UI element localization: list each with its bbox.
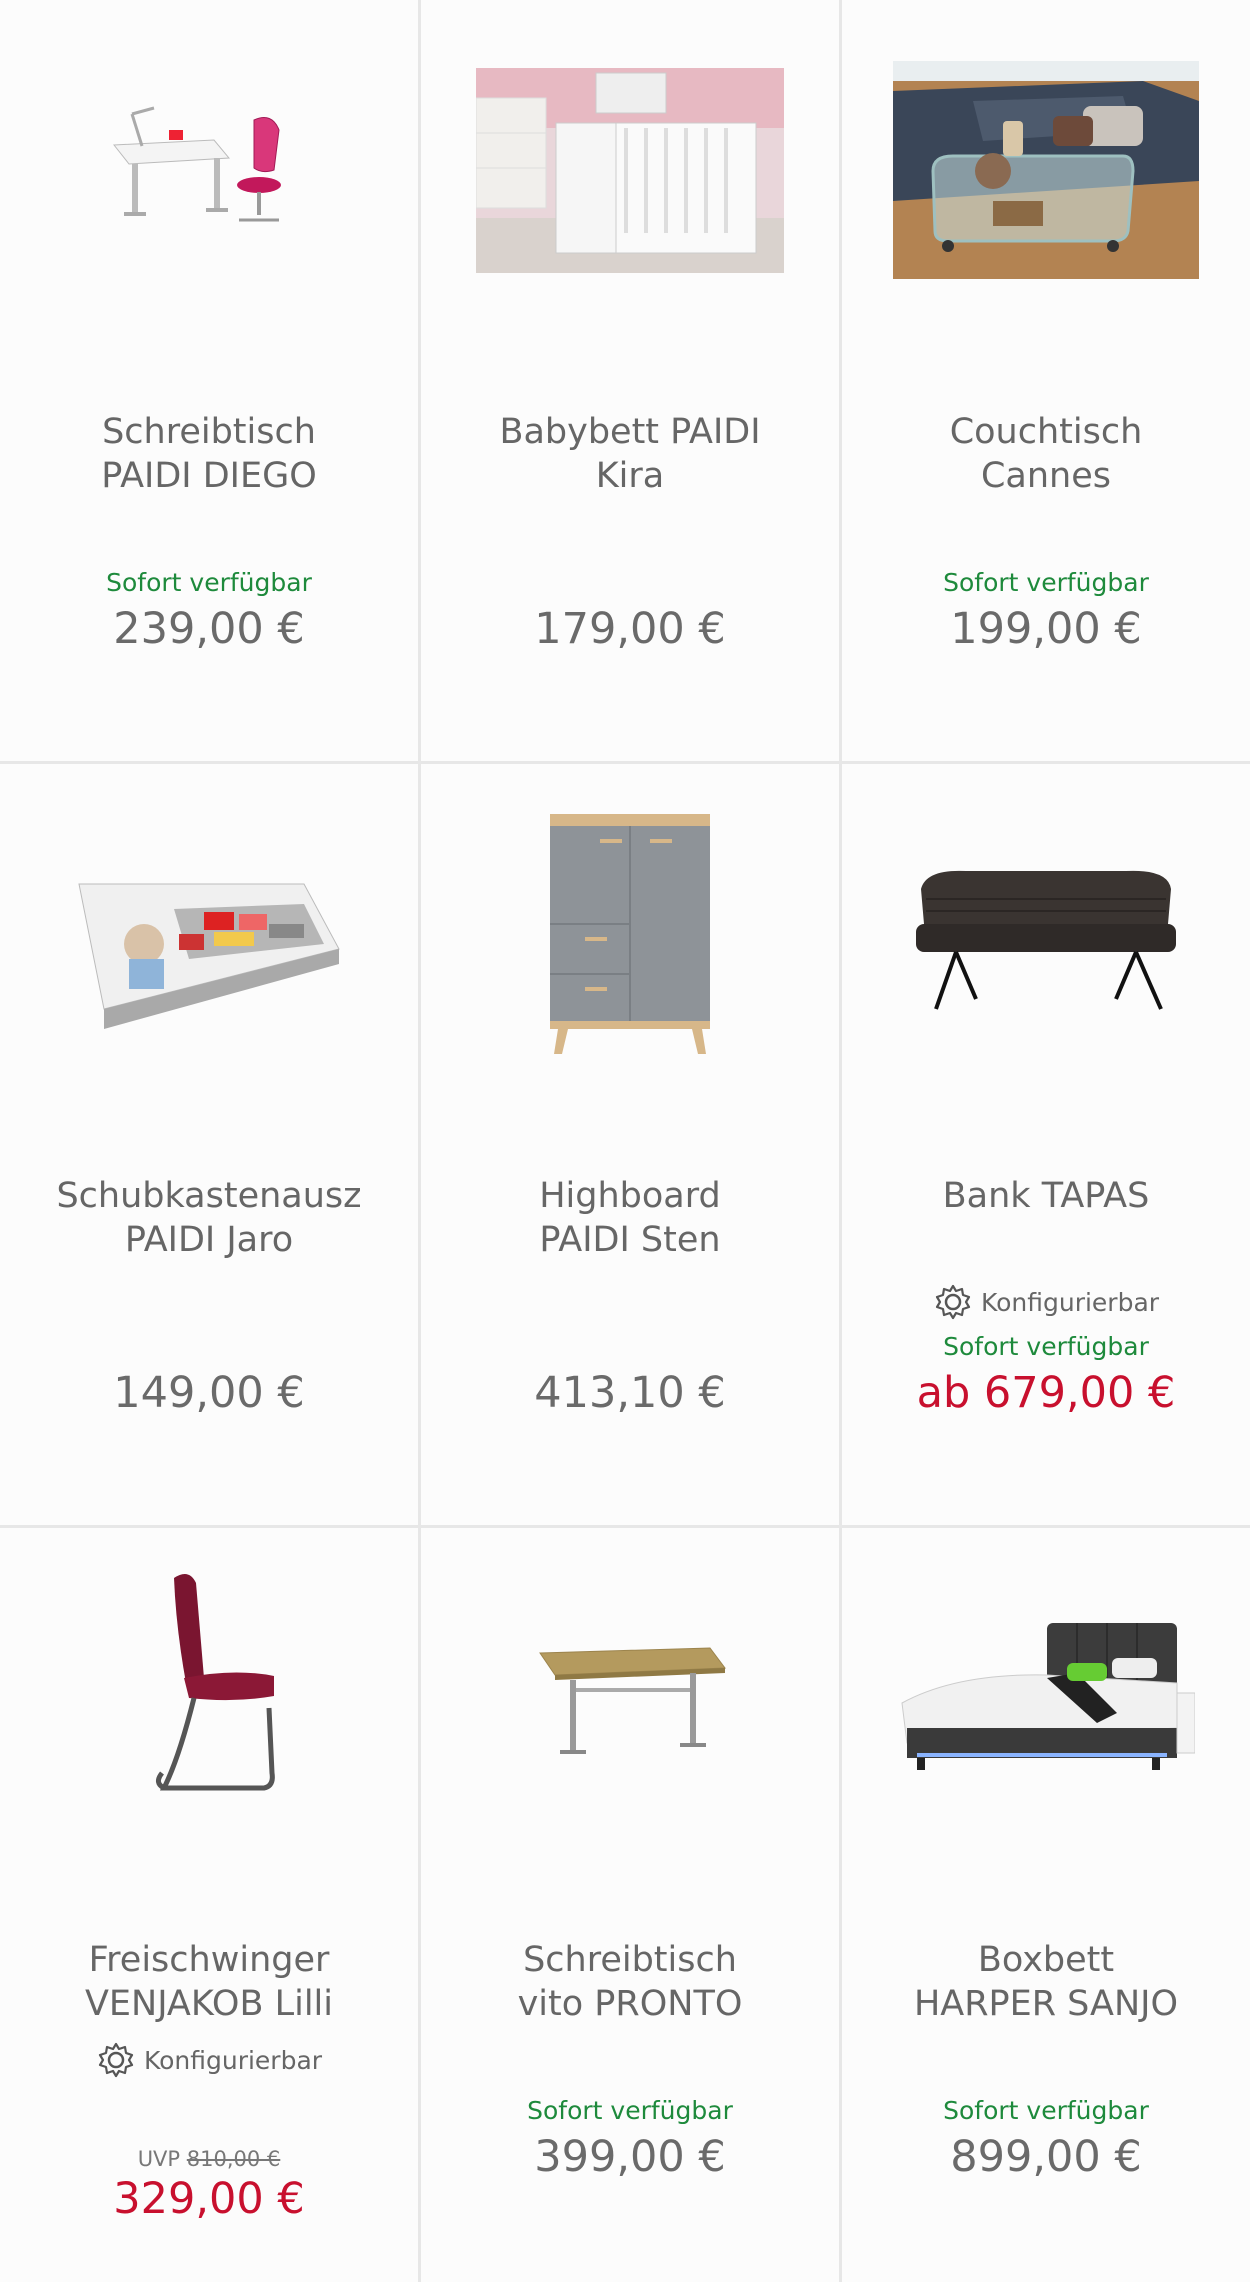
standing-desk-image[interactable] — [421, 1568, 839, 1828]
configurable-label: Konfigurierbar — [143, 2045, 323, 2075]
product-title[interactable]: Bank TAPAS — [856, 1174, 1236, 1218]
product-price: 199,00 € — [950, 604, 1142, 654]
product-tile-schreibtisch-paidi-diego[interactable]: Schreibtisch PAIDI DIEGO Sofort verfügba… — [0, 0, 418, 761]
product-price: 413,10 € — [534, 1368, 726, 1418]
availability-label: Sofort verfügbar — [527, 2096, 733, 2125]
drawer-organizer-image[interactable] — [0, 804, 418, 1064]
gear-icon — [935, 1284, 971, 1320]
product-tile-freischwinger-venjakob-lilli[interactable]: Freischwinger VENJAKOB Lilli Konfigurier… — [0, 1528, 418, 2282]
cantilever-chair-image[interactable] — [0, 1558, 418, 1818]
availability-label: Sofort verfügbar — [943, 1332, 1149, 1361]
product-tile-boxbett-harper-sanjo[interactable]: Boxbett HARPER SANJO Sofort verfügbar 89… — [842, 1528, 1250, 2282]
product-tile-bank-tapas[interactable]: Bank TAPAS Konfigurierbar Sofort verfügb… — [842, 764, 1250, 1525]
gear-icon — [98, 2042, 134, 2078]
availability-label: Sofort verfügbar — [943, 568, 1149, 597]
product-title[interactable]: Highboard PAIDI Sten — [435, 1174, 825, 1262]
product-title[interactable]: Schreibtisch vito PRONTO — [435, 1938, 825, 2026]
product-grid: Schreibtisch PAIDI DIEGO Sofort verfügba… — [0, 0, 1250, 2282]
product-price: 149,00 € — [113, 1368, 305, 1418]
product-title[interactable]: Couchtisch Cannes — [856, 410, 1236, 498]
product-tile-couchtisch-cannes[interactable]: Couchtisch Cannes Sofort verfügbar 199,0… — [842, 0, 1250, 761]
glass-coffee-table-image[interactable] — [842, 40, 1250, 300]
grey-highboard-image[interactable] — [421, 804, 839, 1064]
availability-label: Sofort verfügbar — [106, 568, 312, 597]
baby-crib-image[interactable] — [421, 40, 839, 300]
product-tile-schreibtisch-vito-pronto[interactable]: Schreibtisch vito PRONTO Sofort verfügba… — [421, 1528, 839, 2282]
product-price: 899,00 € — [950, 2132, 1142, 2182]
product-title[interactable]: Schreibtisch PAIDI DIEGO — [14, 410, 404, 498]
product-price: 329,00 € — [113, 2174, 305, 2224]
availability-label: Sofort verfügbar — [943, 2096, 1149, 2125]
product-price: ab 679,00 € — [916, 1368, 1176, 1418]
product-title[interactable]: Boxbett HARPER SANJO — [856, 1938, 1236, 2026]
product-price: 179,00 € — [534, 604, 726, 654]
product-title[interactable]: Freischwinger VENJAKOB Lilli — [14, 1938, 404, 2026]
product-tile-highboard-paidi-sten[interactable]: Highboard PAIDI Sten 413,10 € — [421, 764, 839, 1525]
product-tile-babybett-paidi-kira[interactable]: Babybett PAIDI Kira 179,00 € — [421, 0, 839, 761]
boxspring-bed-image[interactable] — [842, 1568, 1250, 1828]
configurable-badge: Konfigurierbar — [842, 1282, 1250, 1322]
uvp-label: UVP — [137, 2147, 181, 2171]
desk-with-chair-image[interactable] — [0, 40, 418, 300]
product-title[interactable]: Schubkastenausz PAIDI Jaro — [14, 1174, 404, 1262]
configurable-label: Konfigurierbar — [980, 1287, 1160, 1317]
product-tile-schubkastenauszug-paidi-jaro[interactable]: Schubkastenausz PAIDI Jaro 149,00 € — [0, 764, 418, 1525]
configurable-badge: Konfigurierbar — [0, 2040, 418, 2080]
product-price: 239,00 € — [113, 604, 305, 654]
uvp-value: 810,00 € — [186, 2147, 281, 2171]
uvp-price: UVP 810,00 € — [0, 2147, 418, 2171]
product-title[interactable]: Babybett PAIDI Kira — [435, 410, 825, 498]
upholstered-bench-image[interactable] — [842, 804, 1250, 1064]
product-price: 399,00 € — [534, 2132, 726, 2182]
